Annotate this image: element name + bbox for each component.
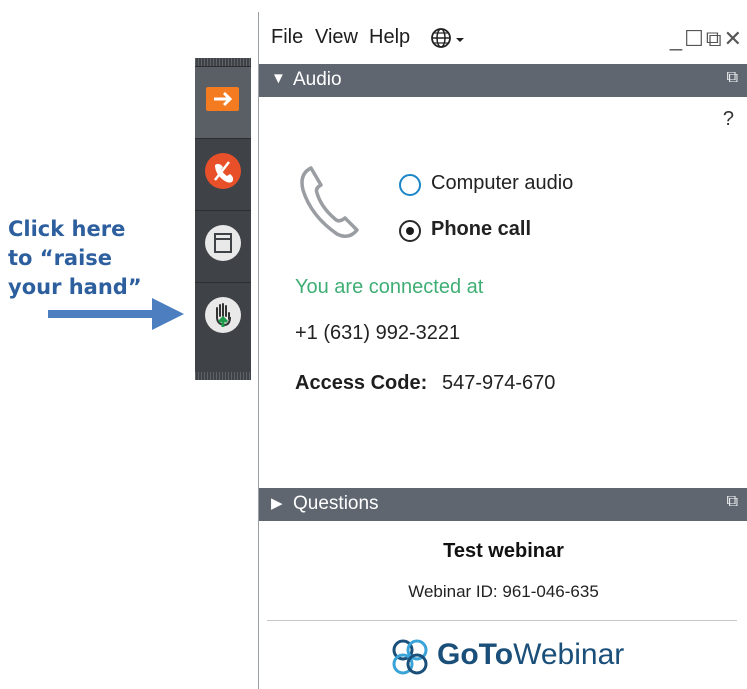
- toolbar-panel-button[interactable]: [195, 210, 251, 282]
- toolbar-collapse-button[interactable]: [195, 66, 251, 138]
- menubar: File View Help _☐⧉✕: [259, 12, 747, 64]
- toolbar-grip-bottom[interactable]: [195, 372, 251, 380]
- logo-regular-part: Webinar: [513, 638, 625, 671]
- toolbar-raise-hand-button[interactable]: [195, 282, 251, 354]
- gotowebinar-control-panel: File View Help _☐⧉✕ ▼ Audio ⧉ ? Computer…: [258, 12, 747, 689]
- access-code-value: 547-974-670: [442, 372, 556, 394]
- side-toolbar: [195, 58, 251, 380]
- webinar-id: Webinar ID: 961-046-635: [408, 582, 599, 601]
- dial-in-number: +1 (631) 992-3221: [295, 322, 461, 344]
- annotation-line-1: Click here: [8, 217, 126, 241]
- minimize-icon[interactable]: _: [670, 26, 684, 51]
- expand-triangle-icon: ▶: [271, 495, 283, 512]
- menu-view[interactable]: View: [315, 26, 358, 49]
- globe-icon: [431, 28, 464, 48]
- maximize-icon[interactable]: ☐: [684, 26, 706, 51]
- arrow-right-icon: [206, 87, 239, 111]
- annotation-text: Click here to “raise your hand”: [8, 215, 168, 302]
- questions-panel-header[interactable]: ▶ Questions ⧉: [259, 488, 747, 521]
- logo-wordmark: GoToWebinar: [437, 638, 624, 672]
- phone-call-label[interactable]: Phone call: [431, 218, 531, 241]
- toolbar-grip-top[interactable]: [195, 58, 251, 66]
- raise-hand-icon: [205, 297, 241, 333]
- menu-help[interactable]: Help: [369, 26, 410, 49]
- window-panel-icon: [205, 225, 241, 261]
- phone-call-radio[interactable]: [399, 220, 421, 242]
- gotowebinar-logo-icon: [392, 639, 428, 675]
- phone-icon: [300, 166, 359, 238]
- computer-audio-radio[interactable]: [399, 174, 421, 196]
- computer-audio-label[interactable]: Computer audio: [431, 172, 573, 195]
- popout-icon[interactable]: ⧉: [727, 493, 738, 511]
- popout-icon[interactable]: ⧉: [727, 69, 738, 87]
- restore-icon[interactable]: ⧉: [706, 26, 724, 51]
- annotation-line-2: to “raise: [8, 246, 113, 270]
- audio-help-icon[interactable]: ?: [723, 108, 734, 131]
- divider: [267, 620, 737, 621]
- access-code-label: Access Code:: [295, 372, 428, 394]
- toolbar-hangup-button[interactable]: [195, 138, 251, 210]
- close-icon[interactable]: ✕: [724, 26, 744, 51]
- webinar-title: Test webinar: [443, 540, 564, 562]
- collapse-triangle-icon: ▼: [271, 70, 286, 87]
- annotation-arrow-icon: [48, 298, 184, 330]
- questions-panel-title: Questions: [293, 493, 379, 514]
- menu-file[interactable]: File: [271, 26, 303, 49]
- audio-panel-title: Audio: [293, 69, 342, 90]
- audio-panel-header[interactable]: ▼ Audio ⧉: [259, 64, 747, 97]
- hang-up-phone-icon: [205, 153, 241, 189]
- language-menu[interactable]: [429, 26, 469, 56]
- connected-status: You are connected at: [295, 276, 484, 298]
- window-controls: _☐⧉✕: [670, 26, 744, 52]
- logo-bold-part: GoTo: [437, 638, 514, 671]
